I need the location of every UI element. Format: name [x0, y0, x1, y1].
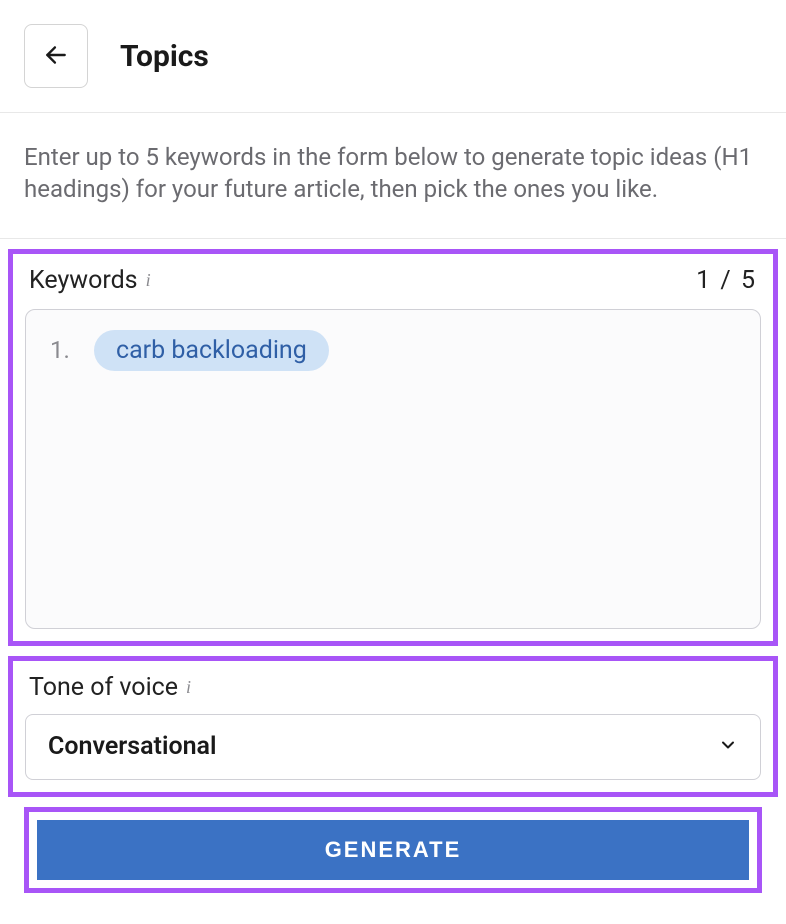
keyword-chip[interactable]: carb backloading	[94, 330, 329, 371]
keywords-label: Keywords	[29, 266, 138, 295]
keywords-counter: 1 / 5	[696, 266, 757, 295]
arrow-left-icon	[43, 42, 69, 71]
generate-button[interactable]: GENERATE	[37, 820, 749, 880]
page-header: Topics	[0, 0, 786, 113]
form-area: Keywords i 1 / 5 1. carb backloading Ton…	[0, 239, 786, 903]
instruction-text: Enter up to 5 keywords in the form below…	[0, 113, 786, 239]
tone-header: Tone of voice i	[25, 671, 761, 702]
tone-panel: Tone of voice i Conversational	[8, 656, 778, 797]
tone-select[interactable]: Conversational	[25, 714, 761, 780]
keyword-number: 1.	[50, 336, 78, 364]
info-icon[interactable]: i	[186, 678, 191, 696]
info-icon[interactable]: i	[146, 271, 151, 289]
generate-panel: GENERATE	[24, 807, 762, 893]
tone-selected-value: Conversational	[48, 732, 216, 761]
keywords-label-wrap: Keywords i	[29, 266, 151, 295]
keyword-row: 1. carb backloading	[50, 330, 736, 371]
back-button[interactable]	[24, 24, 88, 88]
tone-label-wrap: Tone of voice i	[29, 673, 191, 702]
keywords-input-box[interactable]: 1. carb backloading	[25, 309, 761, 629]
tone-label: Tone of voice	[29, 673, 178, 702]
keywords-panel: Keywords i 1 / 5 1. carb backloading	[8, 249, 778, 646]
keywords-header: Keywords i 1 / 5	[25, 264, 761, 295]
page-title: Topics	[120, 39, 209, 74]
chevron-down-icon	[718, 735, 738, 759]
